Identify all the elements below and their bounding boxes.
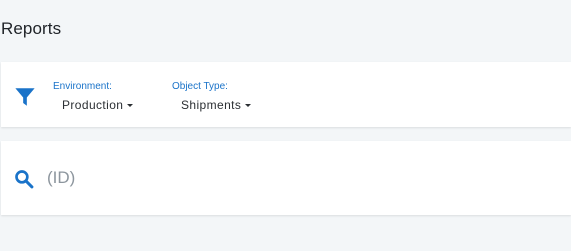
object-type-filter: Object Type: Shipments xyxy=(172,81,252,114)
object-type-dropdown[interactable]: Shipments xyxy=(181,98,252,112)
caret-down-icon xyxy=(127,103,134,107)
object-type-value: Shipments xyxy=(181,98,242,112)
filter-icon[interactable] xyxy=(14,86,36,108)
environment-value: Production xyxy=(62,98,124,112)
page-title: Reports xyxy=(1,19,62,38)
filter-bar: Environment: Production Object Type: Shi… xyxy=(1,62,571,127)
caret-down-icon xyxy=(245,103,252,107)
search-bar xyxy=(1,141,571,215)
environment-filter: Environment: Production xyxy=(53,81,134,114)
search-input[interactable] xyxy=(47,165,547,191)
object-type-label: Object Type: xyxy=(172,81,228,92)
environment-label: Environment: xyxy=(53,81,112,92)
environment-dropdown[interactable]: Production xyxy=(62,98,134,112)
search-icon[interactable] xyxy=(14,169,34,189)
